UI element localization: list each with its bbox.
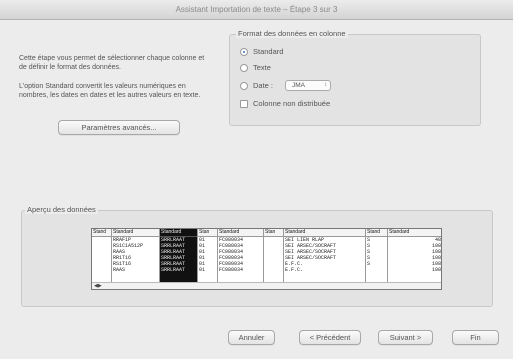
preview-column-header[interactable]: Stand	[366, 229, 387, 237]
format-option-label: Texte	[253, 63, 271, 72]
date-format-value: JMA	[292, 82, 306, 89]
preview-column-header[interactable]: Stand	[92, 229, 111, 237]
preview-column-selected[interactable]: Standard SRRLRAAT SRRLRAAT SRRLRAAT SRRL…	[160, 229, 198, 289]
instructions: Cette étape vous permet de sélectionner …	[19, 54, 209, 110]
radio-date[interactable]	[240, 81, 248, 90]
skip-column-checkbox[interactable]	[240, 99, 248, 108]
preview-column[interactable]: Standard SEI LIEN RLAP SEI ARSEC/SOCRAFT…	[284, 229, 366, 289]
import-wizard-window: Cette étape vous permet de sélectionner …	[0, 20, 513, 359]
preview-cell: E.F.C.	[285, 267, 304, 273]
format-option-date[interactable]: Date : JMA ↕	[240, 80, 332, 91]
preview-column-header[interactable]: Standard	[112, 229, 159, 237]
cancel-button[interactable]: Annuler	[228, 330, 275, 345]
format-option-label: Colonne non distribuée	[253, 99, 331, 108]
preview-column-header[interactable]: Standard	[388, 229, 441, 237]
format-option-skip[interactable]: Colonne non distribuée	[240, 99, 330, 108]
preview-column-header[interactable]: Stan	[198, 229, 217, 237]
preview-column-header[interactable]: Standard	[160, 229, 197, 237]
preview-column[interactable]: Stan 01 01 01 01 01 01	[198, 229, 218, 289]
previous-button[interactable]: < Précédent	[299, 330, 361, 345]
finish-button[interactable]: Fin	[452, 330, 499, 345]
scroll-left-icon[interactable]: ◀▶	[94, 283, 102, 289]
preview-column[interactable]: Standard FC080034 FC080034 FC080034 FC08…	[218, 229, 264, 289]
preview-cell: 01	[199, 267, 206, 273]
preview-cell: SRRLRAAT	[161, 267, 186, 273]
preview-column-header[interactable]: Stan	[264, 229, 283, 237]
advanced-settings-button[interactable]: Paramètres avancés...	[58, 120, 180, 135]
chevron-updown-icon: ↕	[324, 82, 328, 88]
preview-column[interactable]: Stand	[92, 229, 112, 289]
data-preview-label: Aperçu des données	[25, 205, 98, 214]
format-option-standard[interactable]: Standard	[240, 47, 283, 56]
format-option-text[interactable]: Texte	[240, 63, 271, 72]
preview-horizontal-scrollbar[interactable]: ◀▶	[92, 282, 441, 289]
preview-column-header[interactable]: Standard	[284, 229, 365, 237]
instructions-paragraph: Cette étape vous permet de sélectionner …	[19, 55, 205, 71]
column-format-label: Format des données en colonne	[236, 29, 348, 38]
preview-column-header[interactable]: Standard	[218, 229, 263, 237]
preview-cell: RAAS	[113, 267, 126, 273]
data-preview-table[interactable]: Stand Standard RRAF1P RS1C1A512P RAAS RR…	[91, 228, 442, 290]
data-preview-group: Aperçu des données Stand Standard RRAF1P…	[21, 205, 493, 307]
preview-column[interactable]: Stand S S S S S	[366, 229, 388, 289]
format-option-label: Date :	[253, 81, 274, 90]
preview-cell: FC080034	[219, 267, 244, 273]
radio-standard[interactable]	[240, 47, 248, 56]
radio-text[interactable]	[240, 63, 248, 72]
next-button[interactable]: Suivant >	[378, 330, 433, 345]
format-option-label: Standard	[253, 47, 284, 56]
preview-cell: 108	[431, 267, 441, 273]
preview-cell: S	[367, 261, 371, 267]
column-format-group: Format des données en colonne Standard T…	[229, 29, 481, 126]
window-title: Assistant Importation de texte – Étape 3…	[0, 0, 513, 20]
preview-column[interactable]: Stan	[264, 229, 284, 289]
preview-column[interactable]: Standard 48 108 108 108 108 108	[388, 229, 441, 289]
preview-column[interactable]: Standard RRAF1P RS1C1A512P RAAS RR1T16 R…	[112, 229, 160, 289]
date-format-select[interactable]: JMA ↕	[285, 80, 332, 91]
instructions-paragraph: L'option Standard convertit les valeurs …	[19, 83, 201, 99]
